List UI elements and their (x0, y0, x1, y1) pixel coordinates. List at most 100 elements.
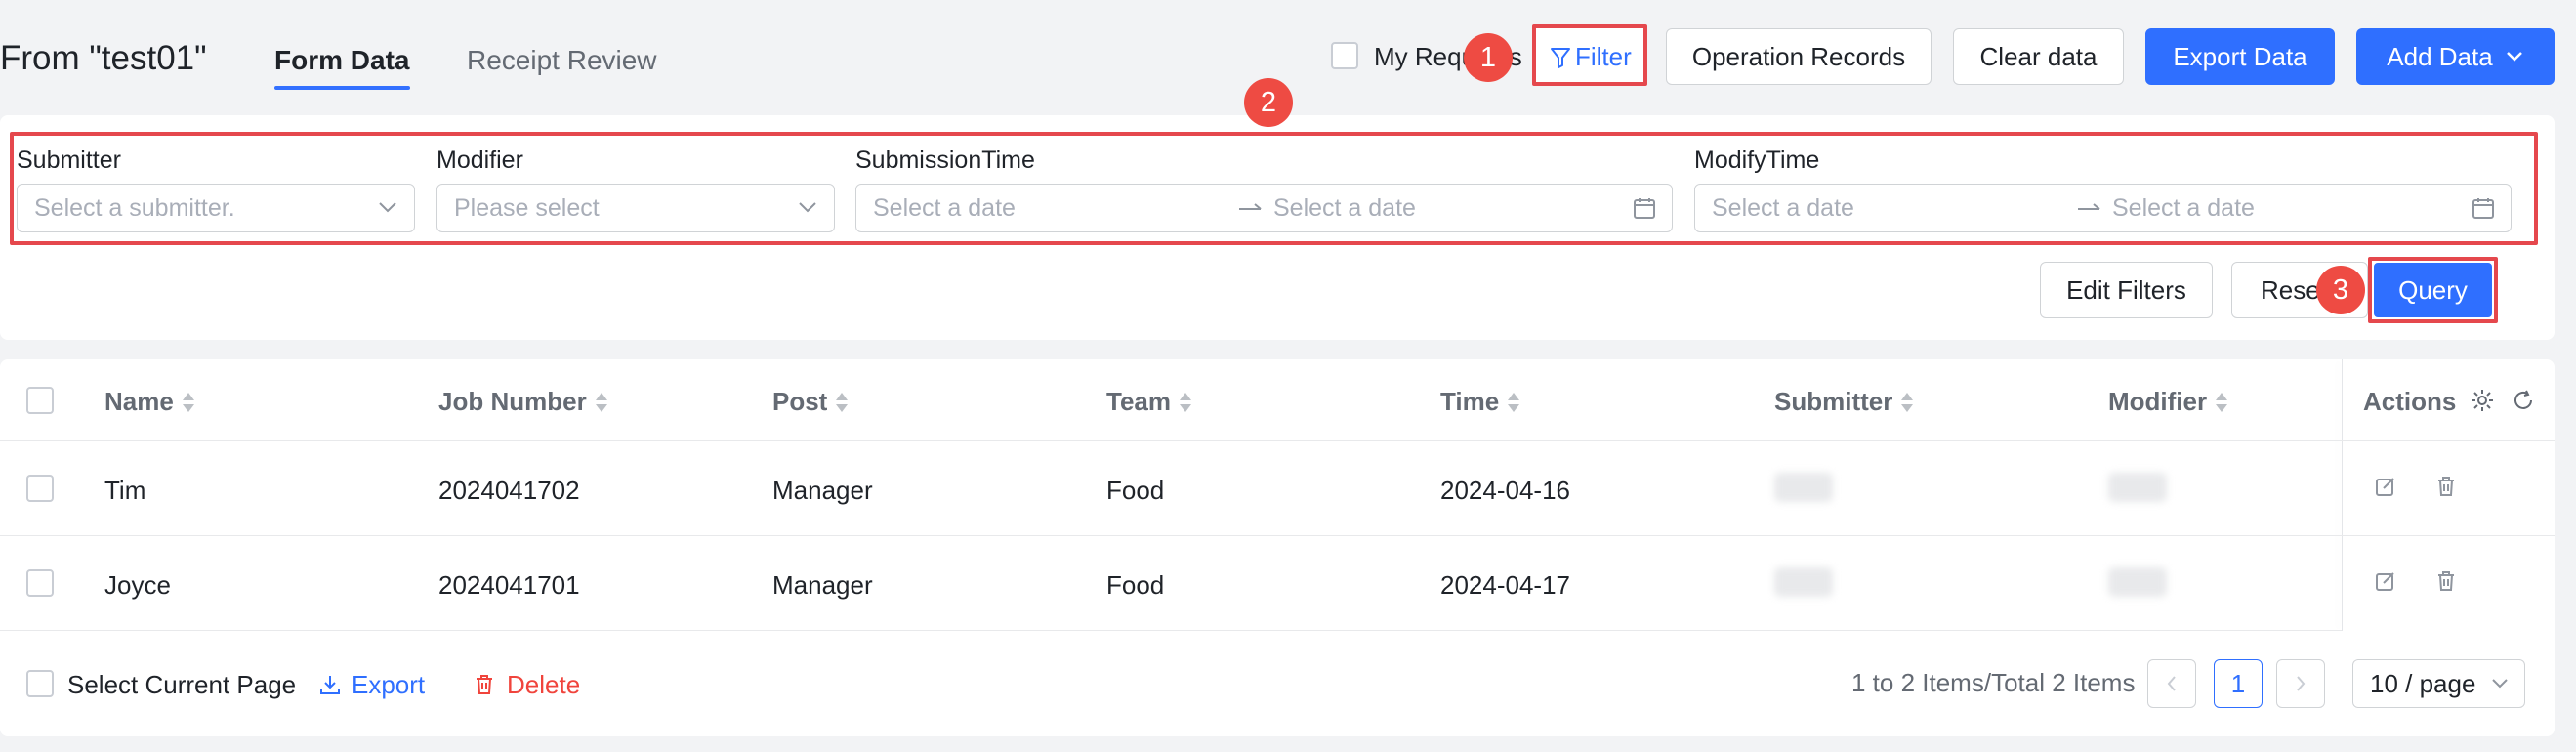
column-header-submitter[interactable]: Submitter (1774, 387, 1914, 417)
chevron-down-icon (2505, 50, 2524, 63)
filter-label: Filter (1575, 42, 1632, 71)
sort-icon (1179, 392, 1192, 413)
cell-job-number: 2024041701 (438, 570, 580, 600)
add-data-button[interactable]: Add Data (2356, 28, 2555, 85)
select-current-page-label[interactable]: Select Current Page (67, 670, 296, 699)
refresh-icon[interactable] (2512, 389, 2535, 412)
modify-start-placeholder: Select a date (1712, 193, 1854, 222)
tab-receipt-review[interactable]: Receipt Review (467, 43, 657, 78)
select-page-checkbox[interactable] (26, 670, 54, 697)
modifier-select[interactable]: Please select (436, 184, 835, 232)
sort-icon (835, 392, 849, 413)
column-name-label: Name (104, 387, 174, 416)
modifier-filter-label: Modifier (436, 146, 523, 174)
page-size-select[interactable]: 10 / page (2352, 659, 2525, 708)
column-modifier-label: Modifier (2108, 387, 2208, 416)
modify-end-placeholder: Select a date (2112, 194, 2255, 222)
delete-label: Delete (507, 670, 581, 699)
page-size-value: 10 / page (2370, 668, 2476, 698)
edit-filters-button[interactable]: Edit Filters (2040, 262, 2213, 318)
tab-form-data[interactable]: Form Data (274, 43, 409, 78)
cell-team: Food (1106, 476, 1165, 505)
page-title: From "test01" (0, 39, 207, 77)
chevron-down-icon (378, 200, 397, 214)
sort-icon (182, 392, 195, 413)
prev-page-button[interactable] (2147, 659, 2196, 708)
query-button[interactable]: Query (2374, 263, 2492, 317)
funnel-icon (1550, 46, 1571, 69)
calendar-icon (2472, 196, 2495, 220)
row-checkbox[interactable] (26, 569, 54, 597)
active-tab-indicator (274, 86, 410, 90)
export-link[interactable]: Export (318, 670, 425, 699)
gear-icon[interactable] (2470, 388, 2495, 413)
cell-submitter-redacted (1774, 567, 1833, 597)
step-badge-2: 2 (1244, 78, 1293, 127)
edit-icon[interactable] (2375, 570, 2396, 592)
trash-icon (474, 673, 495, 696)
export-label: Export (352, 670, 426, 699)
column-header-team[interactable]: Team (1106, 387, 1192, 417)
trash-icon[interactable] (2435, 570, 2457, 592)
row-divider (0, 630, 2342, 631)
calendar-icon (1633, 196, 1656, 220)
cell-post: Manager (772, 570, 873, 600)
header-divider (0, 440, 2555, 441)
chevron-down-icon (2491, 678, 2509, 689)
cell-job-number: 2024041702 (438, 476, 580, 505)
cell-modifier-redacted (2108, 567, 2167, 597)
clear-data-button[interactable]: Clear data (1953, 28, 2124, 85)
my-requests-checkbox[interactable] (1331, 42, 1358, 69)
cell-post: Manager (772, 476, 873, 505)
column-header-job-number[interactable]: Job Number (438, 387, 608, 417)
step-badge-3: 3 (2316, 266, 2365, 314)
download-icon (318, 673, 342, 696)
modifier-placeholder: Please select (454, 193, 600, 222)
sort-icon (1900, 392, 1914, 413)
next-page-button[interactable] (2276, 659, 2325, 708)
column-header-modifier[interactable]: Modifier (2108, 387, 2228, 417)
step-badge-1: 1 (1464, 33, 1513, 82)
column-team-label: Team (1106, 387, 1171, 416)
row-checkbox[interactable] (26, 475, 54, 502)
cell-time: 2024-04-16 (1440, 476, 1570, 505)
sort-icon (1507, 392, 1520, 413)
chevron-left-icon (2165, 674, 2179, 693)
trash-icon[interactable] (2435, 476, 2457, 497)
column-header-name[interactable]: Name (104, 387, 195, 417)
column-header-time[interactable]: Time (1440, 387, 1520, 417)
filter-button[interactable]: Filter (1550, 42, 1632, 72)
range-arrow-icon (2076, 199, 2103, 219)
actions-header: Actions (2363, 387, 2457, 416)
cell-submitter-redacted (1774, 473, 1833, 502)
cell-team: Food (1106, 570, 1165, 600)
modify-time-filter-label: ModifyTime (1694, 146, 1820, 174)
submission-end-placeholder: Select a date (1273, 194, 1416, 222)
cell-name: Tim (104, 476, 146, 505)
select-all-checkbox[interactable] (26, 387, 54, 414)
submission-time-range[interactable]: Select a date Select a date (855, 184, 1673, 232)
delete-link[interactable]: Delete (474, 670, 580, 699)
submitter-placeholder: Select a submitter. (34, 193, 235, 222)
sort-icon (2215, 392, 2228, 413)
row-divider (0, 535, 2555, 536)
cell-name: Joyce (104, 570, 171, 600)
sort-icon (595, 392, 608, 413)
edit-icon[interactable] (2375, 476, 2396, 497)
operation-records-button[interactable]: Operation Records (1666, 28, 1932, 85)
column-submitter-label: Submitter (1774, 387, 1893, 416)
page-1-button[interactable]: 1 (2214, 659, 2263, 708)
export-data-button[interactable]: Export Data (2145, 28, 2335, 85)
submitter-select[interactable]: Select a submitter. (17, 184, 415, 232)
chevron-right-icon (2294, 674, 2307, 693)
submission-time-filter-label: SubmissionTime (855, 146, 1035, 174)
cell-time: 2024-04-17 (1440, 570, 1570, 600)
actions-column-divider (2342, 359, 2343, 631)
cell-modifier-redacted (2108, 473, 2167, 502)
modify-time-range[interactable]: Select a date Select a date (1694, 184, 2512, 232)
pagination-summary: 1 to 2 Items/Total 2 Items (1851, 668, 2136, 697)
chevron-down-icon (798, 200, 817, 214)
column-header-post[interactable]: Post (772, 387, 849, 417)
submitter-filter-label: Submitter (17, 146, 121, 174)
range-arrow-icon (1237, 199, 1265, 219)
